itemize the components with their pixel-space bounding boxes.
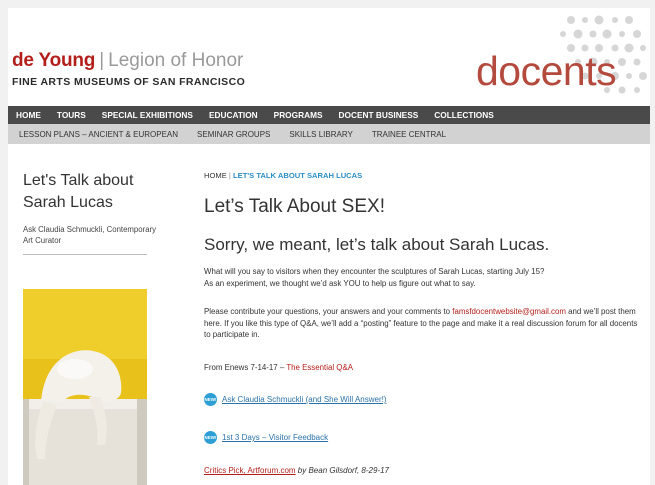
nav-item-collections[interactable]: COLLECTIONS <box>434 110 493 120</box>
intro-line-2: As an experiment, we thought we’d ask YO… <box>204 278 476 288</box>
logo-legion-of-honor: Legion of Honor <box>108 50 244 71</box>
page-title: Let’s Talk About SEX! <box>204 196 385 217</box>
critics-pick-link[interactable]: Critics Pick, Artforum.com <box>204 466 296 475</box>
page: de Young | Legion of Honor FINE ARTS MUSEU… <box>8 8 650 485</box>
sidebar-title: Let's Talk about Sarah Lucas <box>23 172 134 211</box>
critics-pick-line: Critics Pick, Artforum.com by Bean Gilsd… <box>204 466 389 475</box>
enews-prefix: From Enews 7-14-17 – <box>204 363 287 372</box>
museum-logo[interactable]: de Young | Legion of Honor <box>12 50 243 72</box>
new-badge-icon: NEW! <box>204 393 217 406</box>
sculpture-photo <box>23 289 147 485</box>
nav-item-home[interactable]: HOME <box>16 110 41 120</box>
nav-item-tours[interactable]: TOURS <box>57 110 86 120</box>
link-row-ask-claudia: NEW! Ask Claudia Schmuckli (and She Will… <box>204 393 387 406</box>
enews-line: From Enews 7-14-17 – The Essential Q&A <box>204 362 644 374</box>
subnav-item-seminar-groups[interactable]: SEMINAR GROUPS <box>197 130 270 139</box>
page-subheading: Sorry, we meant, let’s talk about Sarah … <box>204 235 550 254</box>
logo-separator: | <box>99 50 105 71</box>
intro-line-1: What will you say to visitors when they … <box>204 267 545 276</box>
link-row-visitor-feedback: NEW! 1st 3 Days – Visitor Feedback <box>204 431 328 444</box>
sidebar-subtitle: Ask Claudia Schmuckli, Contemporary Art … <box>23 225 157 245</box>
subnav-item-lesson-plans[interactable]: LESSON PLANS – ANCIENT & EUROPEAN <box>19 130 178 139</box>
contribute-text-before: Please contribute your questions, your a… <box>204 307 453 316</box>
new-badge-icon: NEW! <box>204 431 217 444</box>
ask-claudia-link[interactable]: Ask Claudia Schmuckli (and She Will Answ… <box>222 395 387 404</box>
nav-item-programs[interactable]: PROGRAMS <box>274 110 323 120</box>
email-link[interactable]: famsfdocentwebsite@gmail.com <box>452 307 566 316</box>
breadcrumb: HOME | LET'S TALK ABOUT SARAH LUCAS <box>204 171 362 180</box>
breadcrumb-home[interactable]: HOME <box>204 171 227 180</box>
logo-subtitle: FINE ARTS MUSEUMS OF SAN FRANCISCO <box>12 76 246 88</box>
visitor-feedback-link[interactable]: 1st 3 Days – Visitor Feedback <box>222 433 328 442</box>
nav-item-special-exhibitions[interactable]: SPECIAL EXHIBITIONS <box>102 110 193 120</box>
enews-title: The Essential Q&A <box>286 363 353 372</box>
sidebar-divider <box>23 254 147 255</box>
contribute-paragraph: Please contribute your questions, your a… <box>204 306 644 341</box>
logo-de-young: de Young <box>12 50 96 71</box>
breadcrumb-separator: | <box>228 171 231 180</box>
main-nav: HOME TOURS SPECIAL EXHIBITIONS EDUCATION… <box>8 106 650 124</box>
intro-paragraph: What will you say to visitors when they … <box>204 266 644 289</box>
sub-nav: LESSON PLANS – ANCIENT & EUROPEAN SEMINA… <box>8 124 650 144</box>
critics-pick-byline: by Bean Gilsdorf, 8-29-17 <box>295 466 389 475</box>
header: de Young | Legion of Honor FINE ARTS MUSEU… <box>8 8 650 108</box>
breadcrumb-current: LET'S TALK ABOUT SARAH LUCAS <box>233 171 363 180</box>
nav-item-education[interactable]: EDUCATION <box>209 110 258 120</box>
docents-section-title: docents <box>476 48 617 94</box>
subnav-item-trainee-central[interactable]: TRAINEE CENTRAL <box>372 130 446 139</box>
subnav-item-skills-library[interactable]: SKILLS LIBRARY <box>289 130 352 139</box>
nav-item-docent-business[interactable]: DOCENT BUSINESS <box>339 110 419 120</box>
